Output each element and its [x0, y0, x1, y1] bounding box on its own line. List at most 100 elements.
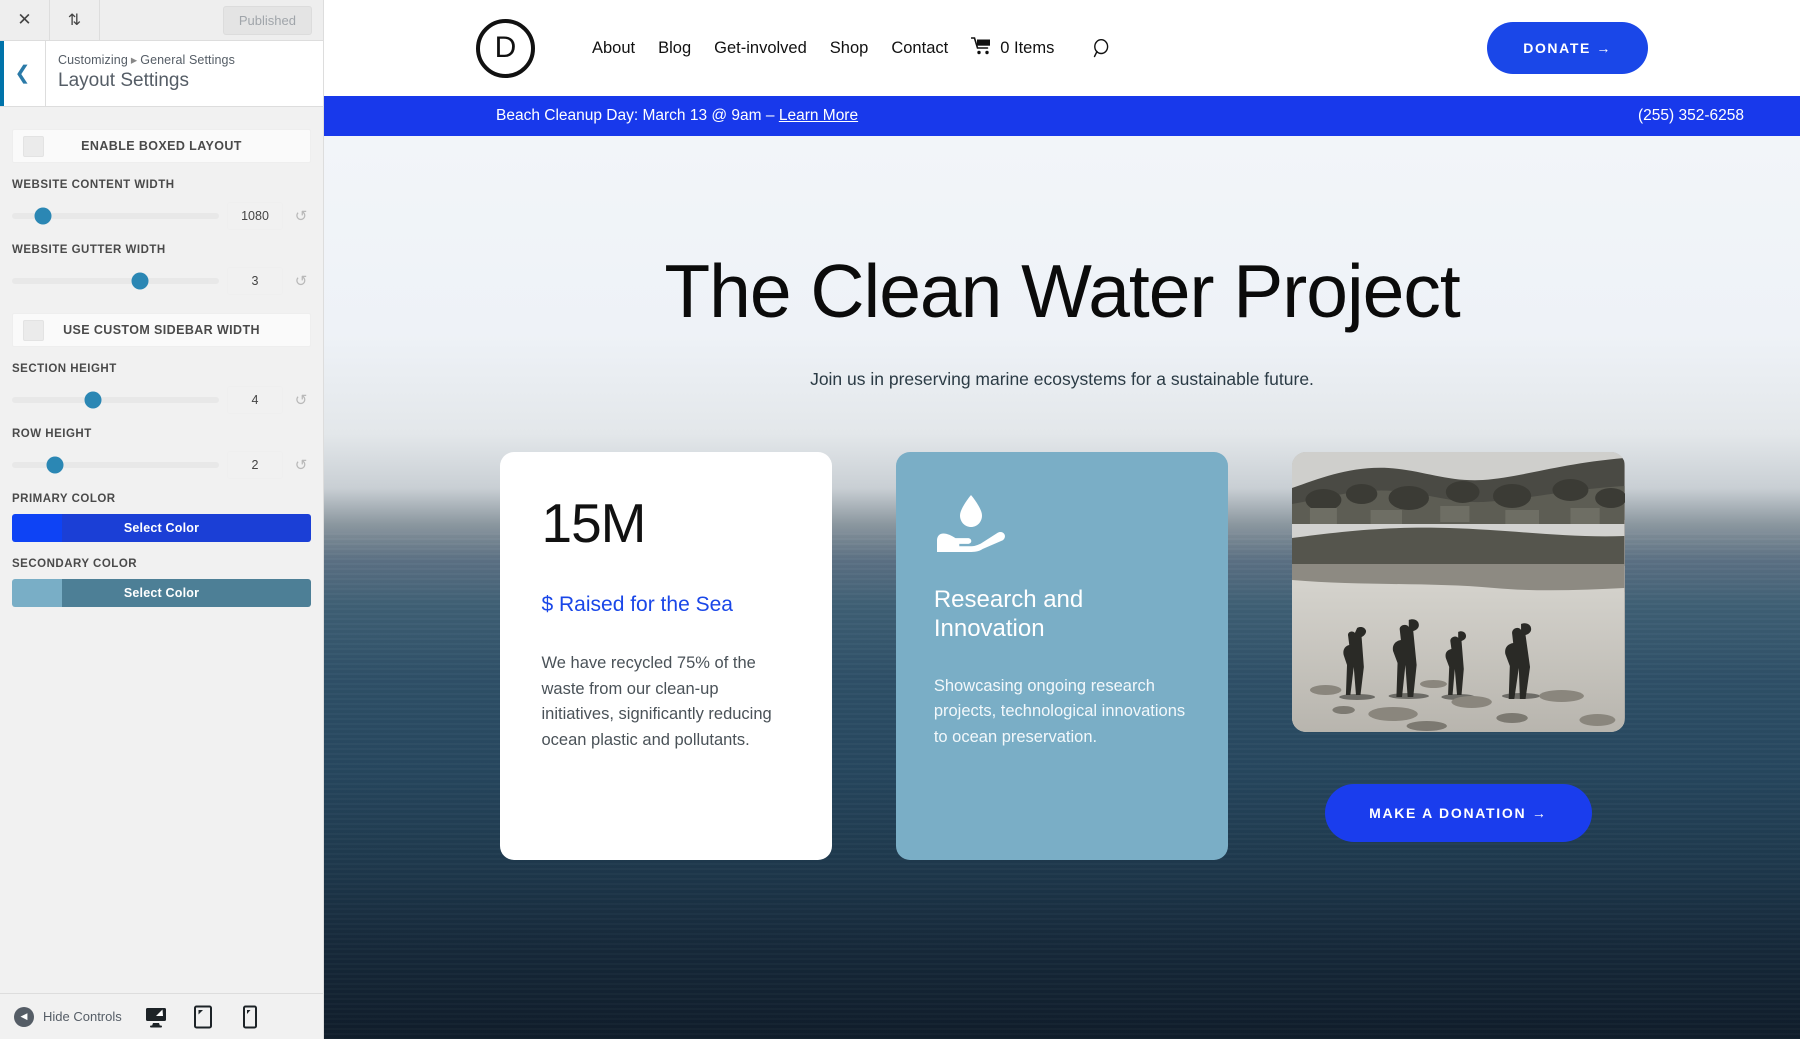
slider-thumb[interactable] — [34, 207, 52, 225]
customizer-sidebar: ✕ ⇅ Published ❮ Customizing ▸ General Sett… — [0, 0, 324, 1039]
customizer-footer: ◀ Hide Controls — [0, 993, 323, 1039]
field-label: SECONDARY COLOR — [12, 558, 138, 570]
reset-arrow-icon[interactable]: ↺ — [291, 274, 311, 289]
slider-row: 4 ↺ — [12, 386, 311, 414]
customizer-panel-header: ❮ Customizing ▸ General Settings Layout Se… — [0, 41, 323, 107]
cards-row: 15M $ Raised for the Sea We have recycle… — [499, 452, 1625, 860]
device-preview-switcher — [143, 1002, 309, 1032]
slider-row: 2 ↺ — [12, 451, 311, 479]
reset-arrow-icon[interactable]: ↺ — [291, 458, 311, 473]
nav-item-blog[interactable]: Blog — [658, 39, 691, 58]
stat-label: $ Raised for the Sea — [541, 593, 733, 616]
slider-row-height[interactable] — [12, 456, 219, 474]
people-on-beach-photo — [1292, 452, 1625, 732]
reset-arrow-icon[interactable]: ↺ — [291, 209, 311, 224]
field-website-gutter-width: WEBSITE GUTTER WIDTH 3 ↺ — [12, 244, 311, 295]
cart-item-count: 0 Items — [1000, 38, 1055, 57]
field-label: WEBSITE CONTENT WIDTH — [12, 179, 175, 191]
donate-button[interactable]: DONATE → — [1487, 22, 1648, 74]
site-logo[interactable]: D — [476, 18, 535, 78]
stat-number: 15M — [541, 492, 647, 554]
hero-title: The Clean Water Project — [664, 249, 1460, 333]
slider-row: 3 ↺ — [12, 267, 311, 295]
slider-thumb[interactable] — [131, 272, 149, 290]
search-icon[interactable] — [1093, 38, 1112, 58]
toggle-enable-boxed-layout[interactable]: ENABLE BOXED LAYOUT — [12, 129, 311, 163]
slider-thumb[interactable] — [46, 456, 64, 474]
announcement-bar: Beach Cleanup Day: March 13 @ 9am – Lear… — [324, 96, 1800, 136]
chevron-left-icon[interactable]: ❮ — [0, 41, 46, 106]
breadcrumb-section[interactable]: General Settings — [140, 53, 235, 67]
field-label: PRIMARY COLOR — [12, 493, 116, 505]
nav-item-shop[interactable]: Shop — [830, 39, 869, 58]
slider-thumb[interactable] — [84, 391, 102, 409]
learn-more-link[interactable]: Learn More — [779, 107, 858, 124]
value-website-gutter-width[interactable]: 3 — [227, 267, 283, 295]
hero-subtitle: Join us in preserving marine ecosystems … — [810, 369, 1314, 389]
caret-left-circle-icon: ◀ — [14, 1006, 34, 1027]
announcement-text: Beach Cleanup Day: March 13 @ 9am – Lear… — [476, 107, 1638, 125]
feature-card: Research and Innovation Showcasing ongoi… — [895, 452, 1229, 860]
value-row-height[interactable]: 2 — [227, 451, 283, 479]
checkbox-enable-boxed-layout[interactable] — [23, 135, 44, 157]
nav-item-get-involved[interactable]: Get-involved — [714, 39, 807, 58]
feature-card-body: Showcasing ongoing research projects, te… — [933, 676, 1186, 747]
mobile-icon[interactable] — [237, 1002, 263, 1032]
customizer-topbar: ✕ ⇅ Published — [0, 0, 323, 41]
page-title: Layout Settings — [58, 70, 189, 91]
cart-link[interactable]: 0 Items — [970, 36, 1055, 60]
field-row-height: ROW HEIGHT 2 ↺ — [12, 428, 311, 479]
breadcrumb: Customizing ▸ General Settings — [58, 52, 235, 67]
breadcrumb-separator: ▸ — [130, 53, 138, 67]
value-section-height[interactable]: 4 — [227, 386, 283, 414]
toggle-label: ENABLE BOXED LAYOUT — [81, 139, 242, 153]
toggle-use-custom-sidebar-width[interactable]: USE CUSTOM SIDEBAR WIDTH — [12, 313, 311, 347]
field-section-height: SECTION HEIGHT 4 ↺ — [12, 363, 311, 414]
primary-color-select-button[interactable]: Select Color — [12, 514, 311, 542]
announcement-message: Beach Cleanup Day: March 13 @ 9am – — [496, 107, 779, 124]
hide-controls-button[interactable]: ◀ Hide Controls — [14, 1006, 122, 1027]
checkbox-use-custom-sidebar-width[interactable] — [23, 319, 44, 341]
tablet-icon[interactable] — [190, 1002, 216, 1032]
nav-item-contact[interactable]: Contact — [891, 39, 948, 58]
nav-item-about[interactable]: About — [592, 39, 635, 58]
slider-website-content-width[interactable] — [12, 207, 219, 225]
feature-card-title: Research and Innovation — [933, 586, 1084, 642]
close-icon[interactable]: ✕ — [0, 0, 50, 40]
field-label: WEBSITE GUTTER WIDTH — [12, 244, 166, 256]
primary-color-button-label: Select Color — [123, 521, 200, 535]
shopping-cart-icon — [970, 36, 992, 60]
field-label: ROW HEIGHT — [12, 428, 92, 440]
panel-header-text: Customizing ▸ General Settings Layout Sett… — [46, 41, 235, 106]
main-navigation: About Blog Get-involved Shop Contact 0 I… — [592, 36, 1112, 60]
site-header: D About Blog Get-involved Shop Contact 0… — [324, 0, 1800, 96]
updown-arrows-icon[interactable]: ⇅ — [50, 0, 100, 40]
photo-card: MAKE A DONATION → — [1292, 452, 1625, 842]
hero-section: The Clean Water Project Join us in prese… — [324, 136, 1800, 1039]
published-button[interactable]: Published — [222, 5, 312, 35]
slider-website-gutter-width[interactable] — [12, 272, 219, 290]
customizer-app: ✕ ⇅ Published ❮ Customizing ▸ General Sett… — [0, 0, 1800, 1039]
stat-card: 15M $ Raised for the Sea We have recycle… — [499, 452, 832, 860]
reset-arrow-icon[interactable]: ↺ — [291, 393, 311, 408]
field-secondary-color: SECONDARY COLOR Select Color — [12, 558, 311, 607]
secondary-color-button-label: Select Color — [123, 586, 200, 600]
announcement-phone[interactable]: (255) 352-6258 — [1638, 107, 1772, 125]
value-website-content-width[interactable]: 1080 — [227, 202, 283, 230]
make-a-donation-button[interactable]: MAKE A DONATION → — [1325, 784, 1592, 842]
customizer-controls: ENABLE BOXED LAYOUT WEBSITE CONTENT WIDT… — [0, 107, 323, 607]
secondary-color-select-button[interactable]: Select Color — [12, 579, 311, 607]
field-website-content-width: WEBSITE CONTENT WIDTH 1080 ↺ — [12, 179, 311, 230]
slider-row: 1080 ↺ — [12, 202, 311, 230]
hide-controls-label: Hide Controls — [43, 1009, 122, 1024]
desktop-icon[interactable] — [143, 1002, 169, 1032]
breadcrumb-root[interactable]: Customizing — [58, 53, 128, 67]
water-drop-in-hand-icon — [934, 492, 1190, 552]
slider-section-height[interactable] — [12, 391, 219, 409]
field-primary-color: PRIMARY COLOR Select Color — [12, 493, 311, 542]
field-label: SECTION HEIGHT — [12, 363, 117, 375]
stat-body-text: We have recycled 75% of the waste from o… — [541, 654, 772, 750]
hero-content: The Clean Water Project Join us in prese… — [324, 136, 1800, 390]
toggle-label: USE CUSTOM SIDEBAR WIDTH — [63, 323, 260, 337]
